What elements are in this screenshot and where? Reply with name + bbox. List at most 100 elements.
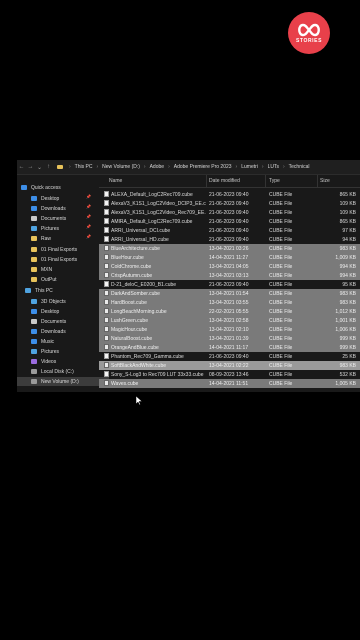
forward-icon[interactable]: → <box>26 164 35 170</box>
file-row[interactable]: LushGreen.cube 13-04-2021 02:58 CUBE File 1… <box>99 316 360 325</box>
file-size: 983 KB <box>339 246 356 252</box>
desktop-icon <box>31 196 37 201</box>
file-row[interactable]: Sony_S-Log3 to Rec709 LUT 33x33.cube 08-0… <box>99 370 360 379</box>
file-row[interactable]: MagicHour.cube 13-04-2021 02:10 CUBE File 1… <box>99 325 360 334</box>
file-size: 865 KB <box>339 219 356 225</box>
nav-item[interactable]: Videos <box>31 357 95 366</box>
nav-item[interactable]: This PC <box>25 286 95 295</box>
address-bar[interactable]: ← → ⌄ ↑ › This PC › New Volume (D:) › Adobe › A… <box>17 160 360 175</box>
back-icon[interactable]: ← <box>17 164 26 170</box>
up-icon[interactable]: ↑ <box>44 164 53 170</box>
file-date: 13-04-2021 03:55 <box>209 300 249 306</box>
nav-item[interactable]: 3D Objects <box>31 297 95 306</box>
breadcrumb-separator-icon: › <box>282 164 285 170</box>
file-row[interactable]: AMIRA_Default_LogC2Rec709.cube 21-06-2023… <box>99 217 360 226</box>
desktop-icon <box>31 309 37 314</box>
column-divider <box>206 175 207 187</box>
file-type: CUBE File <box>269 354 293 360</box>
file-row[interactable]: CrispAutumn.cube 13-04-2021 03:13 CUBE Fil… <box>99 271 360 280</box>
file-size: 1,006 KB <box>335 327 356 333</box>
file-row[interactable]: D-21_deloC_E0200_B1.cube 21-06-2023 09:40… <box>99 280 360 289</box>
file-row[interactable]: ARRI_Universal_DCI.cube 21-06-2023 09:40 C… <box>99 226 360 235</box>
breadcrumb-item[interactable]: Adobe Premiere Pro 2023 <box>174 164 232 170</box>
nav-item-label: Local Disk (C:) <box>41 368 74 375</box>
breadcrumb-item[interactable]: Adobe <box>150 164 164 170</box>
nav-item-label: 01 Final Exports <box>41 256 78 263</box>
folder-icon <box>31 247 37 252</box>
column-size[interactable]: Size <box>320 178 330 184</box>
file-row[interactable]: LongBeachMorning.cube 22-02-2021 05:55 CUB… <box>99 307 360 316</box>
breadcrumb-item[interactable]: LUTs <box>268 164 279 170</box>
breadcrumb-separator-icon: › <box>143 164 146 170</box>
file-date: 13-04-2021 02:22 <box>209 363 249 369</box>
file-type: CUBE File <box>269 363 293 369</box>
file-date: 13-04-2021 02:10 <box>209 327 249 333</box>
nav-item-label: Quick access <box>31 184 61 191</box>
nav-item[interactable]: Quick access <box>21 183 95 192</box>
file-row[interactable]: NaturalBoost.cube 13-04-2021 01:39 CUBE Fi… <box>99 334 360 343</box>
file-row[interactable]: AlexaV3_K1S1_LogC2Video_DCIP3_EE.cu... 21… <box>99 199 360 208</box>
column-date[interactable]: Date modified <box>209 178 240 184</box>
nav-item-label: Downloads <box>41 328 66 335</box>
file-row[interactable]: ALEXA_Default_LogC2Rec709.cube 21-06-2023… <box>99 190 360 199</box>
breadcrumb-item[interactable]: This PC <box>75 164 93 170</box>
file-icon <box>104 263 109 269</box>
file-type: CUBE File <box>269 300 293 306</box>
file-date: 13-04-2021 01:54 <box>209 291 249 297</box>
recent-chevron-icon[interactable]: ⌄ <box>35 164 44 171</box>
file-row[interactable]: Waves.cube 14-04-2021 11:51 CUBE File 1,005… <box>99 379 360 388</box>
nav-item[interactable]: New Volume (D:) <box>17 377 109 386</box>
picture-icon <box>31 349 37 354</box>
breadcrumb-item[interactable]: Technical <box>289 164 310 170</box>
nav-item-label: 01 Final Exports <box>41 246 78 253</box>
file-explorer-window: ← → ⌄ ↑ › This PC › New Volume (D:) › Adobe › A… <box>17 160 360 392</box>
file-type: CUBE File <box>269 201 293 207</box>
file-icon <box>104 254 109 260</box>
nav-item[interactable]: Pictures <box>31 347 95 356</box>
nav-item[interactable]: Music <box>31 337 95 346</box>
file-icon <box>104 344 109 350</box>
file-row[interactable]: DarkAndSomber.cube 13-04-2021 01:54 CUBE F… <box>99 289 360 298</box>
pin-icon: 📌 <box>86 194 91 199</box>
file-type: CUBE File <box>269 228 293 234</box>
nav-item-label: 3D Objects <box>41 298 66 305</box>
cube-icon <box>31 299 37 304</box>
file-row[interactable]: AlexaV3_K1S1_LogC2Video_Rec709_EE.c... 21… <box>99 208 360 217</box>
nav-item[interactable]: MXN <box>31 265 95 274</box>
nav-item[interactable]: 01 Final Exports <box>31 245 95 254</box>
file-row[interactable]: HardBoost.cube 13-04-2021 03:55 CUBE File 9… <box>99 298 360 307</box>
file-row[interactable]: OrangeAndBlue.cube 14-04-2021 11:17 CUBE F… <box>99 343 360 352</box>
file-size: 1,005 KB <box>335 381 356 387</box>
breadcrumb-item[interactable]: New Volume (D:) <box>102 164 140 170</box>
file-icon <box>104 299 109 305</box>
nav-item-label: Downloads <box>41 205 66 212</box>
column-type[interactable]: Type <box>269 178 280 184</box>
file-date: 21-06-2023 09:40 <box>209 228 249 234</box>
file-row[interactable]: Phantom_Rec709_Gamma.cube 21-06-2023 09:4… <box>99 352 360 361</box>
file-row[interactable]: BlueHour.cube 14-04-2021 11:27 CUBE File 1,… <box>99 253 360 262</box>
computer-icon <box>25 288 31 293</box>
nav-item[interactable]: Desktop <box>31 307 95 316</box>
file-name: Sony_S-Log3 to Rec709 LUT 33x33.cube <box>111 372 204 378</box>
picture-icon <box>31 226 37 231</box>
nav-item[interactable]: Local Disk (C:) <box>31 367 95 376</box>
nav-item[interactable]: Documents <box>31 317 95 326</box>
nav-item[interactable]: 01 Final Exports <box>31 255 95 264</box>
nav-item[interactable]: OutPut <box>31 275 95 284</box>
file-size: 95 KB <box>342 282 356 288</box>
file-row[interactable]: SoftBlackAndWhite.cube 13-04-2021 02:22 CU… <box>99 361 360 370</box>
file-row[interactable]: BlueArchitecture.cube 13-04-2021 03:26 CUB… <box>99 244 360 253</box>
file-size: 983 KB <box>339 363 356 369</box>
file-name: ColdChrome.cube <box>111 264 152 270</box>
file-list: Name Date modified Type Size ALEXA_Defau… <box>99 175 360 392</box>
file-row[interactable]: ColdChrome.cube 13-04-2021 04:05 CUBE File… <box>99 262 360 271</box>
nav-item-label: MXN <box>41 266 53 273</box>
file-row[interactable]: ARRI_Universal_HD.cube 21-06-2023 09:40 CU… <box>99 235 360 244</box>
nav-item-label: Desktop <box>41 308 60 315</box>
file-size: 109 KB <box>339 210 356 216</box>
nav-item[interactable]: Downloads <box>31 327 95 336</box>
column-name[interactable]: Name <box>109 178 122 184</box>
file-icon <box>104 200 109 206</box>
file-date: 13-04-2021 04:05 <box>209 264 249 270</box>
breadcrumb-item[interactable]: Lumetri <box>241 164 258 170</box>
